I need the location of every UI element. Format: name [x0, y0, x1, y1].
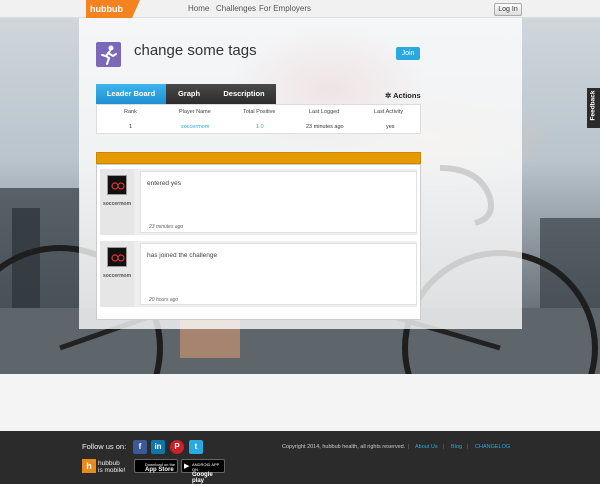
column-header-player: Player Name [179, 109, 211, 115]
hubbub-logo[interactable]: hubbub [86, 0, 140, 18]
actions-menu[interactable]: ✲ Actions [385, 91, 421, 100]
last-logged-cell: 23 minutes ago [306, 124, 344, 130]
avatar[interactable] [107, 175, 127, 195]
column-header-rank: Rank [124, 109, 137, 115]
list-item: soccermom has joined the challenge 20 ho… [100, 241, 417, 307]
avatar[interactable] [107, 247, 127, 267]
actions-label: Actions [393, 91, 421, 100]
mobile-tagline: hubbub is mobile! [98, 460, 125, 474]
post-username[interactable]: soccermom [100, 273, 134, 279]
column-header-total: Total Positive [243, 109, 276, 115]
runner-icon [96, 42, 121, 67]
tab-leader-board[interactable]: Leader Board [96, 84, 166, 104]
post-body: entered yes 23 minutes ago [140, 171, 417, 233]
gear-icon: ✲ [385, 91, 392, 100]
tab-graph[interactable]: Graph [166, 84, 212, 104]
post-message: entered yes [147, 180, 181, 187]
post-username[interactable]: soccermom [100, 201, 134, 207]
facebook-icon[interactable]: f [133, 440, 147, 454]
rank-cell: 1 [129, 124, 133, 130]
google-play-badge[interactable]: ▶ ANDROID APP ON Google play [181, 459, 225, 484]
footer-link-about[interactable]: About Us [415, 444, 438, 450]
leaderboard-table: Rank Player Name Total Positive Last Log… [96, 104, 421, 134]
footer-link-changelog[interactable]: CHANGELOG [475, 444, 510, 450]
copyright-text: Copyright 2014, hubbub health, all right… [282, 444, 406, 450]
footer-separator: | [443, 444, 445, 450]
post-author: soccermom [100, 241, 134, 307]
pinterest-icon[interactable]: P [170, 440, 184, 454]
feedback-tab[interactable]: Feedback [587, 88, 600, 128]
post-timestamp: 23 minutes ago [149, 224, 184, 230]
follow-label: Follow us on: [82, 442, 127, 451]
post-body: has joined the challenge 20 hours ago [140, 243, 417, 305]
footer-link-blog[interactable]: Blog [451, 444, 462, 450]
join-button[interactable]: Join [396, 47, 420, 60]
feed-header-bar [96, 152, 421, 164]
challenge-title: change some tags [134, 42, 257, 59]
player-link[interactable]: soccermom [181, 124, 209, 130]
nav-link-home[interactable]: Home [188, 4, 209, 13]
google-play-small-text: ANDROID APP ON [192, 462, 220, 472]
google-play-big-text: Google play [192, 472, 213, 484]
app-store-badge[interactable]: Download on the App Store [134, 459, 178, 473]
tab-description[interactable]: Description [212, 84, 276, 104]
top-nav: hubbub Home Challenges For Employers Log… [0, 0, 600, 18]
column-header-last-activity: Last Activity [374, 109, 404, 115]
last-activity-cell: yes [386, 124, 395, 130]
post-timestamp: 20 hours ago [149, 297, 179, 303]
mobile-tagline-line1: hubbub [98, 460, 120, 467]
post-message: has joined the challenge [147, 252, 218, 259]
total-link[interactable]: 1.0 [256, 124, 264, 130]
list-item: soccermom entered yes 23 minutes ago [100, 169, 417, 235]
feedback-label: Feedback [589, 90, 597, 121]
nav-link-challenges[interactable]: Challenges [216, 4, 256, 13]
nav-link-employers[interactable]: For Employers [259, 4, 311, 13]
mobile-tagline-line2: is mobile! [98, 467, 126, 474]
login-button[interactable]: Log In [494, 3, 522, 16]
footer-separator: | [467, 444, 469, 450]
activity-feed: soccermom entered yes 23 minutes ago soc… [96, 164, 421, 320]
post-author: soccermom [100, 169, 134, 235]
hubbub-mobile-logo: h [82, 459, 96, 473]
column-header-last-logged: Last Logged [309, 109, 340, 115]
play-icon: ▶ [184, 463, 190, 470]
footer-separator: | [408, 444, 410, 450]
twitter-icon[interactable]: t [189, 440, 203, 454]
linkedin-icon[interactable]: in [151, 440, 165, 454]
challenge-card: change some tags Join Leader Board Graph… [79, 18, 522, 329]
app-store-big-text: App Store [145, 467, 174, 473]
footer: Follow us on: f in P t Copyright 2014, h… [0, 431, 600, 484]
logo-text: hubbub [90, 4, 123, 14]
